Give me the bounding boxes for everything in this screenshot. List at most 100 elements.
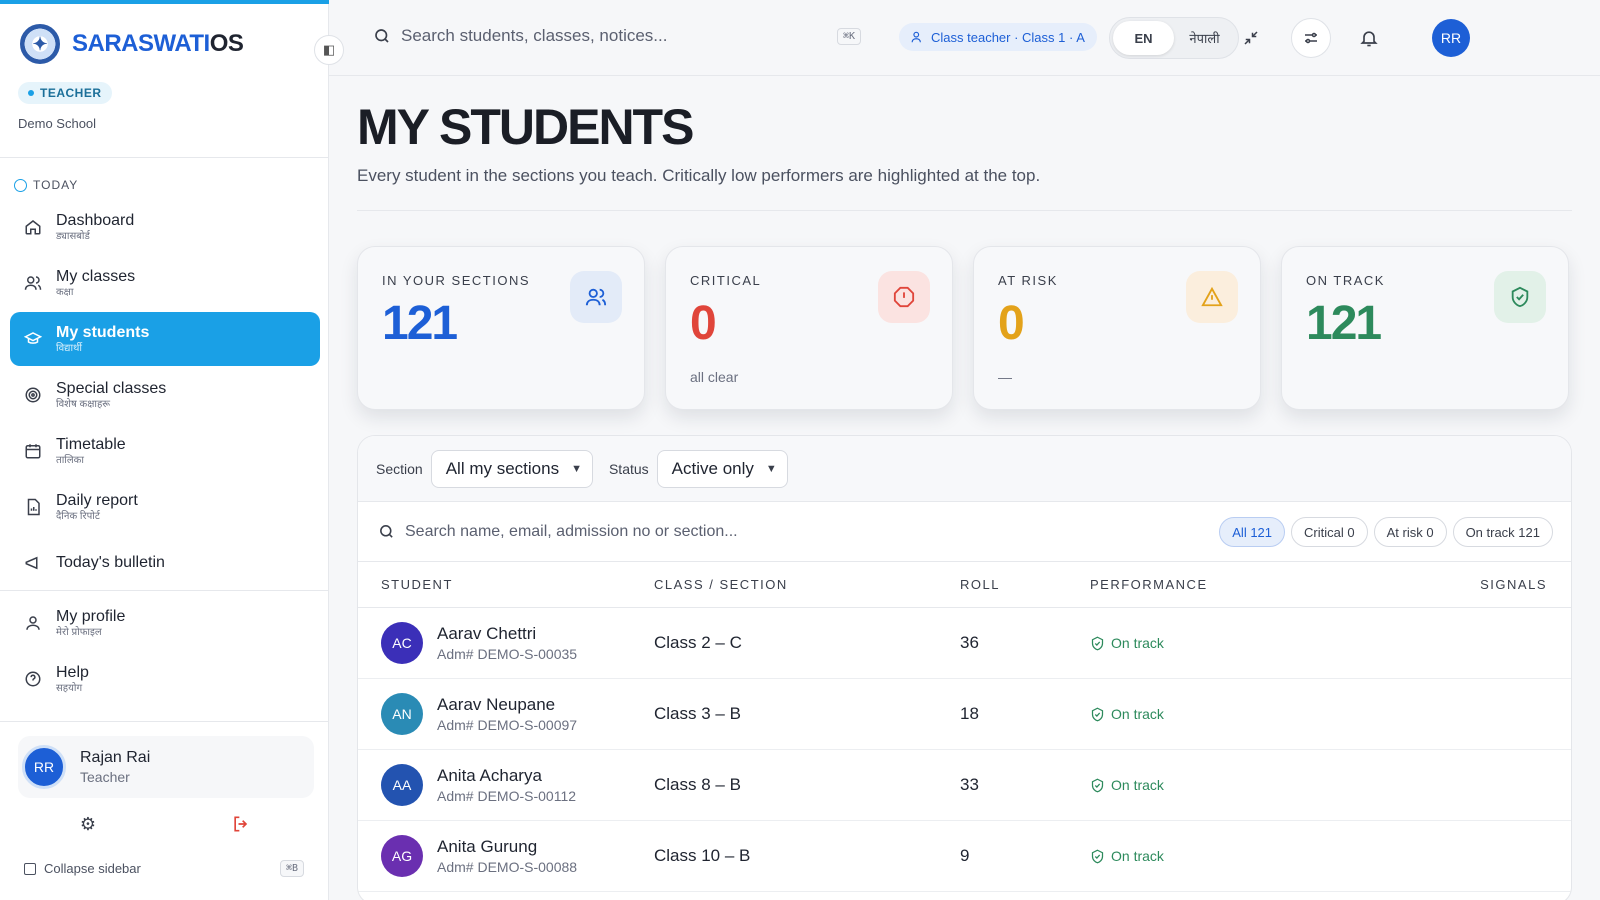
preferences-button[interactable] xyxy=(1291,18,1331,58)
stat-card-at-risk[interactable]: AT RISK 0 — xyxy=(973,246,1261,410)
class-teacher-label: Class teacher · Class 1 · A xyxy=(931,29,1085,45)
chip-all[interactable]: All 121 xyxy=(1219,517,1286,547)
section-select-value: All my sections xyxy=(445,458,560,478)
stats-row: IN YOUR SECTIONS 121 CRITICAL 0 all clea… xyxy=(357,246,1572,410)
secondary-nav: My profile मेरो प्रोफाइल Help सहयोग xyxy=(10,596,320,708)
sidebar-divider xyxy=(0,590,329,591)
avatar: AN xyxy=(381,693,423,735)
avatar: AG xyxy=(381,835,423,877)
class-section: Class 2 – C xyxy=(654,633,742,652)
header-roll[interactable]: ROLL xyxy=(960,577,1090,592)
stat-card-on-track[interactable]: ON TRACK 121 xyxy=(1281,246,1569,410)
sidebar-item-my-students[interactable]: My students विद्यार्थी xyxy=(10,312,320,366)
megaphone-icon xyxy=(24,554,42,570)
section-select[interactable]: All my sections ▼ xyxy=(430,449,593,488)
global-search-input[interactable] xyxy=(401,26,821,46)
school-logo-icon: ✦ xyxy=(20,24,60,64)
nav-label: Dashboard xyxy=(56,212,135,229)
logout-button[interactable] xyxy=(230,814,252,834)
roll-number: 9 xyxy=(960,846,970,865)
student-name: Aarav Chettri xyxy=(437,624,537,643)
nav-sublabel: सहयोग xyxy=(56,683,83,694)
sidebar-item-my-profile[interactable]: My profile मेरो प्रोफाइल xyxy=(10,596,320,650)
users-icon xyxy=(585,288,607,306)
table-row[interactable]: AN Aarav Neupane Adm# DEMO-S-00097 Class 3… xyxy=(358,679,1571,750)
calendar-icon xyxy=(24,442,42,460)
admission-number: Adm# DEMO-S-00088 xyxy=(437,859,578,875)
user-role: Teacher xyxy=(80,769,130,785)
stat-card-critical[interactable]: CRITICAL 0 all clear xyxy=(665,246,953,410)
sidebar-item-todays-bulletin[interactable]: Today's bulletin xyxy=(10,536,320,570)
status-select[interactable]: Active only ▼ xyxy=(656,449,788,488)
search-icon xyxy=(375,29,389,43)
nav-sublabel: मेरो प्रोफाइल xyxy=(56,627,102,638)
header-student[interactable]: STUDENT xyxy=(358,577,654,592)
sidebar-icon xyxy=(24,862,36,875)
sidebar-item-daily-report[interactable]: Daily report दैनिक रिपोर्ट xyxy=(10,480,320,534)
user-card[interactable]: RR Rajan Rai Teacher xyxy=(18,736,314,798)
sidebar-item-special-classes[interactable]: Special classes विशेष कक्षाहरू xyxy=(10,368,320,422)
nav-label: Special classes xyxy=(56,380,167,397)
sidebar-item-dashboard[interactable]: Dashboard ड्यासबोर्ड xyxy=(10,200,320,254)
top-bar: ⌘K Class teacher · Class 1 · A EN नेपाली… xyxy=(329,0,1600,76)
chip-critical[interactable]: Critical 0 xyxy=(1291,517,1368,547)
student-search-input[interactable] xyxy=(405,522,925,541)
sidebar-toggle-button[interactable]: ◧ xyxy=(314,35,344,65)
nav-label: Timetable xyxy=(56,436,126,453)
avatar: AA xyxy=(381,764,423,806)
chip-on-track[interactable]: On track 121 xyxy=(1452,517,1553,547)
stat-icon-box xyxy=(878,271,930,323)
stat-card-sections[interactable]: IN YOUR SECTIONS 121 xyxy=(357,246,645,410)
role-badge: TEACHER xyxy=(18,82,112,104)
accent-bar xyxy=(0,0,329,4)
header-class[interactable]: CLASS / SECTION xyxy=(654,577,960,592)
sidebar-item-help[interactable]: Help सहयोग xyxy=(10,652,320,706)
lang-option-en[interactable]: EN xyxy=(1113,21,1174,55)
shield-check-icon xyxy=(1091,849,1104,863)
nav-label: My profile xyxy=(56,608,126,625)
class-section: Class 3 – B xyxy=(654,704,741,723)
performance-badge: On track xyxy=(1090,777,1470,793)
chip-at-risk[interactable]: At risk 0 xyxy=(1373,517,1447,547)
shield-check-icon xyxy=(1091,636,1104,650)
avatar: RR xyxy=(22,745,66,789)
users-icon xyxy=(24,274,42,292)
graduation-cap-icon xyxy=(24,330,42,348)
lang-option-np[interactable]: नेपाली xyxy=(1174,21,1235,55)
notifications-button[interactable] xyxy=(1349,18,1389,58)
table-row[interactable]: AC Aarav Chettri Adm# DEMO-S-00035 Class 2… xyxy=(358,608,1571,679)
shield-check-icon xyxy=(1511,286,1529,308)
minimize-button[interactable] xyxy=(1231,18,1271,58)
performance-badge: On track xyxy=(1090,706,1470,722)
nav-label: My students xyxy=(56,324,150,341)
table-row[interactable]: AA Anita Acharya Adm# DEMO-S-00112 Class 8… xyxy=(358,750,1571,821)
sliders-icon xyxy=(1305,32,1317,44)
collapse-sidebar-button[interactable]: Collapse sidebar ⌘B xyxy=(24,860,304,877)
nav-label: Today's bulletin xyxy=(56,554,165,570)
user-avatar-button[interactable]: RR xyxy=(1432,19,1470,57)
user-icon xyxy=(24,614,42,632)
compass-icon xyxy=(14,178,27,192)
roll-number: 33 xyxy=(960,775,979,794)
search-icon xyxy=(380,525,393,538)
sidebar-item-timetable[interactable]: Timetable तालिका xyxy=(10,424,320,478)
page-subtitle: Every student in the sections you teach.… xyxy=(357,166,1041,185)
stat-note: — xyxy=(998,369,1012,385)
student-name: Anita Acharya xyxy=(437,766,542,785)
class-teacher-badge[interactable]: Class teacher · Class 1 · A xyxy=(899,23,1097,51)
primary-nav: Dashboard ड्यासबोर्ड My classes कक्षा My s… xyxy=(10,200,320,570)
page-title: MY STUDENTS xyxy=(357,99,694,155)
admission-number: Adm# DEMO-S-00097 xyxy=(437,717,578,733)
search-shortcut-hint: ⌘K xyxy=(837,28,862,45)
sidebar-item-my-classes[interactable]: My classes कक्षा xyxy=(10,256,320,310)
chevron-down-icon: ▼ xyxy=(571,462,582,475)
user-name: Rajan Rai xyxy=(80,749,151,766)
header-performance[interactable]: PERFORMANCE xyxy=(1090,577,1470,592)
language-switch[interactable]: EN नेपाली xyxy=(1109,17,1239,59)
logout-icon xyxy=(234,816,248,832)
settings-button[interactable]: ⚙ xyxy=(78,814,98,834)
table-row[interactable]: AG Anita Gurung Adm# DEMO-S-00088 Class 10… xyxy=(358,821,1571,892)
brand[interactable]: ✦ SARASWATIOS xyxy=(20,24,244,64)
global-search[interactable] xyxy=(373,26,863,46)
student-name: Aarav Neupane xyxy=(437,695,556,714)
